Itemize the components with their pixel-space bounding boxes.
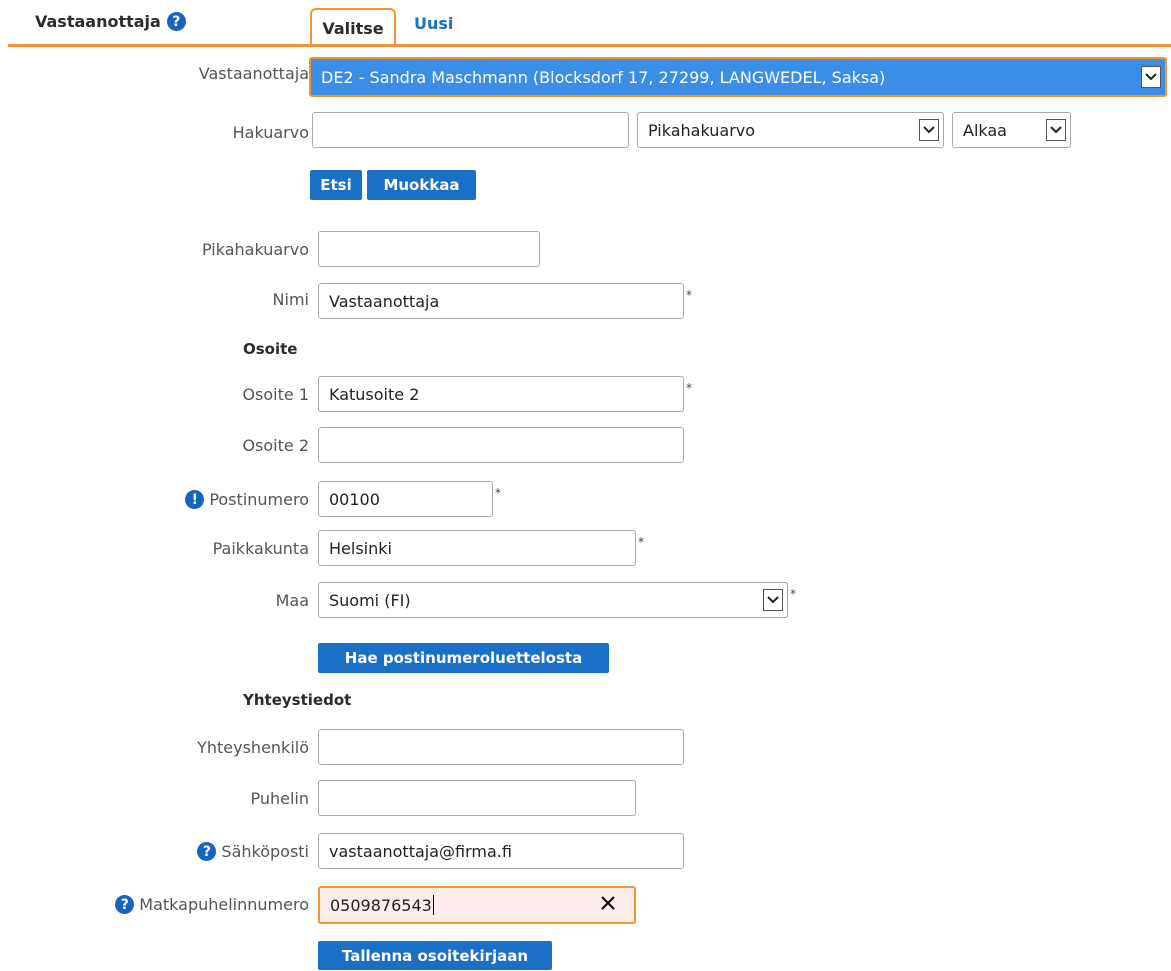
required-marker: *	[686, 381, 692, 395]
address-heading: Osoite	[243, 340, 298, 358]
search-mode-select[interactable]: Alkaa	[952, 112, 1071, 148]
section-title-text: Vastaanottaja	[35, 12, 161, 31]
chevron-down-icon[interactable]	[919, 119, 939, 141]
city-label: Paikkakunta	[212, 539, 309, 558]
name-field[interactable]: Vastaanottaja	[318, 283, 684, 319]
chevron-down-icon[interactable]	[1141, 66, 1161, 88]
name-label: Nimi	[272, 290, 309, 309]
postcode-lookup-button[interactable]: Hae postinumeroluettelosta	[318, 643, 609, 673]
search-button[interactable]: Etsi	[310, 170, 362, 200]
country-select[interactable]: Suomi (FI)	[318, 582, 788, 618]
search-type-value: Pikahakuarvo	[648, 120, 756, 140]
save-to-addressbook-button[interactable]: Tallenna osoitekirjaan	[318, 941, 552, 970]
close-icon[interactable]	[600, 895, 616, 911]
address1-label: Osoite 1	[242, 385, 309, 404]
tab-uusi[interactable]: Uusi	[414, 14, 453, 33]
question-circle-icon[interactable]: ?	[115, 895, 135, 914]
contact-heading: Yhteystiedot	[243, 691, 352, 709]
email-field[interactable]: vastaanottaja@firma.fi	[318, 833, 684, 869]
required-marker: *	[495, 486, 501, 500]
chevron-down-icon[interactable]	[1046, 119, 1066, 141]
section-title: Vastaanottaja ?	[35, 12, 186, 31]
email-label: Sähköposti	[221, 842, 309, 861]
quick-search-label: Pikahakuarvo	[201, 240, 309, 259]
country-select-value: Suomi (FI)	[329, 590, 411, 610]
recipient-select[interactable]: DE2 - Sandra Maschmann (Blocksdorf 17, 2…	[309, 57, 1167, 97]
address2-label: Osoite 2	[242, 436, 309, 455]
quick-search-field[interactable]	[318, 231, 540, 267]
tab-valitse[interactable]: Valitse	[310, 8, 396, 47]
required-marker: *	[638, 535, 644, 549]
address2-field[interactable]	[318, 427, 684, 463]
mobile-field-value: 0509876543	[330, 895, 432, 915]
phone-label: Puhelin	[250, 789, 309, 808]
postcode-label: Postinumero	[209, 490, 309, 509]
question-circle-icon[interactable]: ?	[197, 842, 217, 861]
text-caret	[432, 895, 434, 915]
required-marker: *	[790, 587, 796, 601]
mobile-field[interactable]: 0509876543	[318, 886, 636, 924]
search-label: Hakuarvo	[232, 123, 309, 142]
email-label-wrap: ? Sähköposti	[197, 842, 309, 861]
chevron-down-icon[interactable]	[763, 589, 783, 611]
search-input[interactable]	[312, 112, 629, 148]
tab-underline	[8, 44, 1171, 47]
country-label: Maa	[275, 591, 309, 610]
recipient-label: Vastaanottaja	[198, 64, 309, 83]
postcode-field[interactable]: 00100	[318, 481, 493, 517]
postcode-label-wrap: ! Postinumero	[185, 490, 309, 509]
mobile-label-wrap: ? Matkapuhelinnumero	[115, 895, 309, 914]
recipient-select-value: DE2 - Sandra Maschmann (Blocksdorf 17, 2…	[321, 67, 886, 87]
address1-field[interactable]: Katusoite 2	[318, 376, 684, 412]
phone-field[interactable]	[318, 780, 636, 816]
city-field[interactable]: Helsinki	[318, 530, 636, 566]
required-marker: *	[686, 288, 692, 302]
exclamation-circle-icon[interactable]: !	[185, 490, 205, 509]
contact-person-field[interactable]	[318, 729, 684, 765]
search-type-select[interactable]: Pikahakuarvo	[637, 112, 944, 148]
question-circle-icon[interactable]: ?	[166, 12, 186, 31]
edit-button[interactable]: Muokkaa	[367, 170, 476, 200]
mobile-label: Matkapuhelinnumero	[139, 895, 309, 914]
search-mode-value: Alkaa	[963, 120, 1007, 140]
contact-person-label: Yhteyshenkilö	[197, 738, 309, 757]
